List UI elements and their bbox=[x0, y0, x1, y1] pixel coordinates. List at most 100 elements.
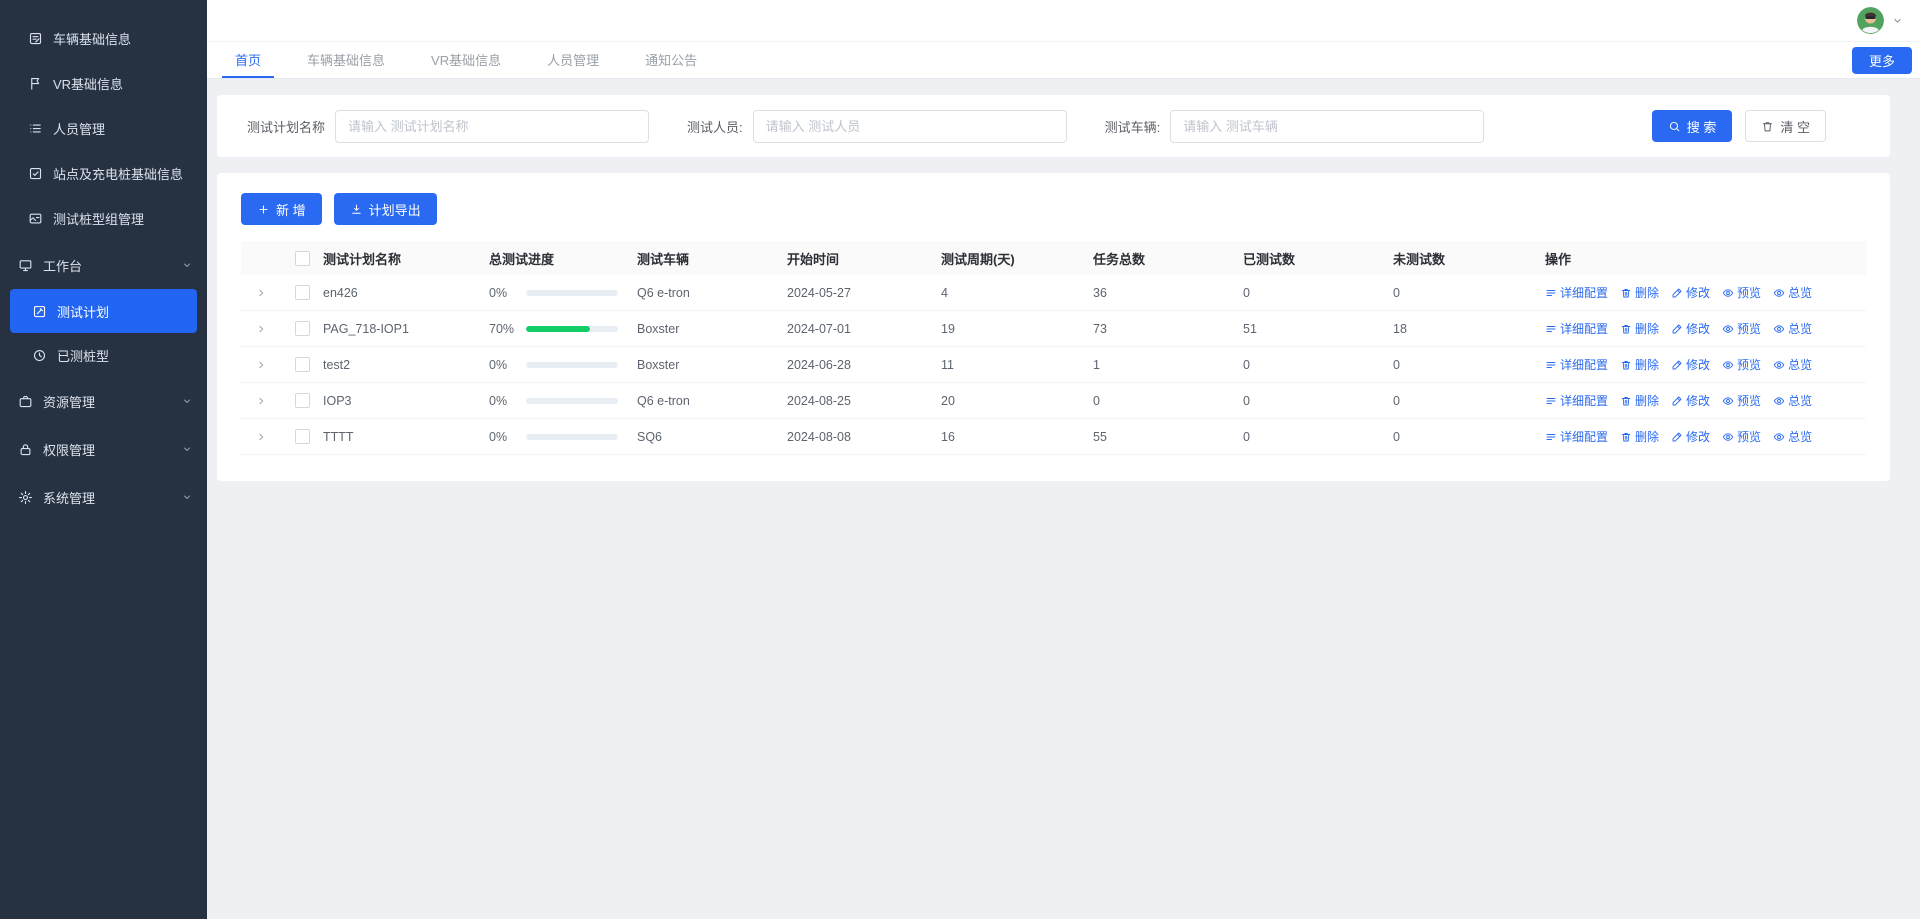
tab-item[interactable]: VR基础信息 bbox=[418, 42, 514, 78]
search-button[interactable]: 搜 索 bbox=[1651, 110, 1733, 142]
action-label: 总览 bbox=[1788, 394, 1813, 408]
sidebar-item[interactable]: 测试桩型组管理 bbox=[0, 196, 207, 241]
sidebar-item[interactable]: 人员管理 bbox=[0, 106, 207, 151]
action-label: 预览 bbox=[1737, 322, 1762, 336]
sidebar-item[interactable]: 已测桩型 bbox=[10, 333, 197, 377]
add-button[interactable]: 新 增 bbox=[241, 193, 322, 225]
action-overview[interactable]: 总览 bbox=[1773, 392, 1812, 409]
action-overview[interactable]: 总览 bbox=[1773, 428, 1812, 445]
action-edit[interactable]: 修改 bbox=[1671, 428, 1710, 445]
chevron-right-icon[interactable] bbox=[255, 323, 267, 335]
clear-button[interactable]: 清 空 bbox=[1745, 110, 1826, 142]
actions-cell: 详细配置 删除 修改 预览 总览 bbox=[1545, 356, 1866, 373]
eye-icon bbox=[1773, 395, 1785, 407]
sidebar-nav: 车辆基础信息 VR基础信息人员管理站点及充电桩基础信息 测试桩型组管理 工作台 测试计划… bbox=[0, 16, 207, 521]
action-preview[interactable]: 预览 bbox=[1722, 356, 1761, 373]
app-root: 车辆基础信息 VR基础信息 人员管理 站点及充电桩基础信息 测试桩型组管理 工作台 测试计划… bbox=[0, 0, 1920, 919]
filter-fields: 测试计划名称 测试人员: 测试车辆: bbox=[247, 109, 1485, 143]
action-label: 详细配置 bbox=[1560, 358, 1609, 372]
action-delete[interactable]: 删除 bbox=[1620, 284, 1659, 301]
action-delete[interactable]: 删除 bbox=[1620, 320, 1659, 337]
sidebar-item[interactable]: 权限管理 bbox=[0, 425, 207, 473]
action-detail-config[interactable]: 详细配置 bbox=[1545, 392, 1608, 409]
sidebar-item-label: 人员管理 bbox=[53, 122, 106, 137]
sidebar-item-label: 系统管理 bbox=[43, 490, 96, 506]
sidebar-item-active[interactable]: 测试计划 bbox=[10, 289, 197, 333]
action-preview[interactable]: 预览 bbox=[1722, 392, 1761, 409]
action-label: 详细配置 bbox=[1560, 430, 1609, 444]
action-edit[interactable]: 修改 bbox=[1671, 320, 1710, 337]
main-area: 首页车辆基础信息 VR基础信息人员管理通知公告 更多 测试计划名称 测试人员: 测试车… bbox=[207, 0, 1920, 919]
sidebar-item[interactable]: 工作台 bbox=[0, 241, 207, 289]
progress-label: 70% bbox=[489, 321, 515, 336]
detail-icon bbox=[1545, 323, 1557, 335]
actions-cell: 详细配置 删除 修改 预览 总览 bbox=[1545, 320, 1866, 337]
edit-square-icon bbox=[32, 304, 47, 319]
action-detail-config[interactable]: 详细配置 bbox=[1545, 356, 1608, 373]
row-checkbox[interactable] bbox=[294, 357, 310, 372]
action-detail-config[interactable]: 详细配置 bbox=[1545, 320, 1608, 337]
sidebar-item[interactable]: 站点及充电桩基础信息 bbox=[0, 151, 207, 196]
search-icon bbox=[1668, 120, 1681, 133]
filter-input[interactable] bbox=[1170, 109, 1485, 143]
chevron-right-icon[interactable] bbox=[255, 287, 267, 299]
select-all-checkbox[interactable] bbox=[294, 250, 310, 266]
action-preview[interactable]: 预览 bbox=[1722, 320, 1761, 337]
column-header: 开始时间 bbox=[787, 251, 840, 267]
eye-icon bbox=[1722, 431, 1734, 443]
row-checkbox[interactable] bbox=[294, 285, 310, 300]
filter-input[interactable] bbox=[335, 109, 650, 143]
chevron-right-icon[interactable] bbox=[255, 431, 267, 443]
action-label: 预览 bbox=[1737, 358, 1762, 372]
action-delete[interactable]: 删除 bbox=[1620, 428, 1659, 445]
plan-name: PAG_718-IOP1 bbox=[323, 321, 409, 336]
eye-icon bbox=[1722, 287, 1734, 299]
action-label: 修改 bbox=[1686, 322, 1711, 336]
tested-count: 51 bbox=[1243, 321, 1257, 336]
check-square-icon bbox=[28, 166, 43, 181]
action-delete[interactable]: 删除 bbox=[1620, 356, 1659, 373]
action-overview[interactable]: 总览 bbox=[1773, 356, 1812, 373]
more-button[interactable]: 更多 bbox=[1851, 47, 1912, 74]
row-checkbox[interactable] bbox=[294, 429, 310, 444]
sidebar-item-label: 资源管理 bbox=[43, 394, 96, 410]
plus-icon bbox=[257, 203, 270, 216]
action-delete[interactable]: 删除 bbox=[1620, 392, 1659, 409]
chevron-right-icon[interactable] bbox=[255, 395, 267, 407]
tab-item[interactable]: 人员管理 bbox=[534, 42, 612, 78]
avatar[interactable] bbox=[1857, 7, 1884, 34]
action-preview[interactable]: 预览 bbox=[1722, 284, 1761, 301]
sidebar-item[interactable]: 系统管理 bbox=[0, 473, 207, 521]
tab-active[interactable]: 首页 bbox=[222, 42, 275, 78]
row-checkbox[interactable] bbox=[294, 321, 310, 336]
column-header: 总测试进度 bbox=[489, 251, 555, 267]
action-label: 详细配置 bbox=[1560, 322, 1609, 336]
sidebar-item[interactable]: 资源管理 bbox=[0, 377, 207, 425]
trash-icon bbox=[1620, 395, 1632, 407]
checkbox-cell bbox=[281, 285, 323, 300]
action-edit[interactable]: 修改 bbox=[1671, 356, 1710, 373]
chevron-down-icon[interactable] bbox=[1891, 14, 1904, 27]
action-detail-config[interactable]: 详细配置 bbox=[1545, 428, 1608, 445]
task-total: 36 bbox=[1093, 285, 1107, 300]
export-button[interactable]: 计划导出 bbox=[333, 193, 437, 225]
tab-item[interactable]: 车辆基础信息 bbox=[294, 42, 398, 78]
sidebar-item[interactable]: VR基础信息 bbox=[0, 61, 207, 106]
filter-input[interactable] bbox=[752, 109, 1067, 143]
action-edit[interactable]: 修改 bbox=[1671, 284, 1710, 301]
plans-table: 测试计划名称 总测试进度 测试车辆 开始时间 测试周期(天) 任务总数 已测试数 未测试数 操作… bbox=[241, 241, 1866, 455]
cycle-days: 19 bbox=[941, 321, 955, 336]
table-toolbar: 新 增 计划导出 bbox=[241, 193, 1866, 225]
eye-icon bbox=[1773, 359, 1785, 371]
tab-item[interactable]: 通知公告 bbox=[632, 42, 710, 78]
action-preview[interactable]: 预览 bbox=[1722, 428, 1761, 445]
action-overview[interactable]: 总览 bbox=[1773, 320, 1812, 337]
action-overview[interactable]: 总览 bbox=[1773, 284, 1812, 301]
edit-icon bbox=[1671, 359, 1683, 371]
chevron-right-icon[interactable] bbox=[255, 359, 267, 371]
sidebar-item[interactable]: 车辆基础信息 bbox=[0, 16, 207, 61]
action-detail-config[interactable]: 详细配置 bbox=[1545, 284, 1608, 301]
row-checkbox[interactable] bbox=[294, 393, 310, 408]
tested-count: 0 bbox=[1243, 285, 1250, 300]
action-edit[interactable]: 修改 bbox=[1671, 392, 1710, 409]
